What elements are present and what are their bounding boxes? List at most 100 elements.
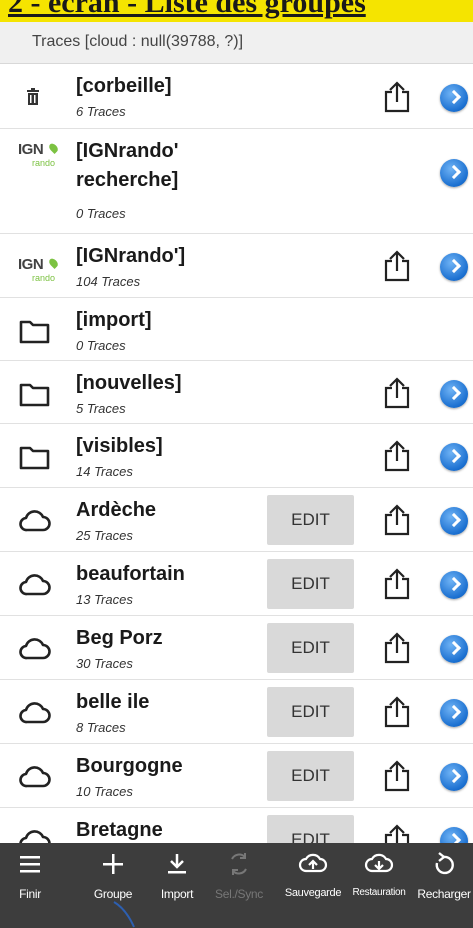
group-row[interactable]: belle ile 8 Traces EDIT [0,680,473,744]
group-name: [import] [76,309,152,331]
ign-logo: IGN rando [18,256,60,286]
restauration-button[interactable]: Restauration [348,843,410,928]
trace-count: 5 Traces [76,401,126,416]
share-icon[interactable] [382,249,412,283]
cloud-upload-icon [298,853,328,873]
group-name: Beg Porz [76,627,163,649]
trace-count: 8 Traces [76,720,126,735]
menu-icon [20,856,40,873]
cloud-download-icon [364,853,394,873]
group-row[interactable]: [corbeille] 6 Traces [0,64,473,129]
group-row[interactable]: Beg Porz 30 Traces EDIT [0,616,473,680]
group-row[interactable]: [visibles] 14 Traces [0,424,473,488]
share-icon[interactable] [382,80,412,114]
share-icon[interactable] [382,695,412,729]
group-row[interactable]: Bretagne EDIT [0,808,473,844]
share-icon[interactable] [382,823,412,844]
list-header: Traces [cloud : null(39788, ?)] [0,22,473,64]
bottom-toolbar: Finir Groupe Import Sel./Sync Sauvegarde… [0,843,473,928]
edit-button[interactable]: EDIT [267,751,354,801]
recharger-label: Recharger [417,887,471,901]
group-name: Bourgogne [76,755,183,777]
share-icon[interactable] [382,759,412,793]
cloud-icon [18,572,52,600]
trace-count: 25 Traces [76,528,133,543]
group-row[interactable]: beaufortain 13 Traces EDIT [0,552,473,616]
cloud-icon [18,828,52,844]
group-name: [IGNrando' recherche] [76,140,179,191]
folder-icon [18,318,52,346]
folder-icon [18,444,52,472]
group-row[interactable]: Bourgogne 10 Traces EDIT [0,744,473,808]
share-icon[interactable] [382,376,412,410]
restauration-label: Restauration [352,887,406,898]
folder-icon [18,381,52,409]
groupe-label: Groupe [93,887,133,901]
group-name: belle ile [76,691,150,713]
chevron-right-icon[interactable] [440,253,468,281]
chevron-right-icon[interactable] [440,571,468,599]
ign-pin-icon [47,256,60,270]
selsync-label: Sel./Sync [215,887,263,901]
group-name: Bretagne [76,819,163,841]
trace-count: 104 Traces [76,274,141,289]
sauvegarde-label: Sauvegarde [284,887,342,899]
ign-logo-sub: rando [32,158,56,168]
edit-button[interactable]: EDIT [267,495,354,545]
edit-button[interactable]: EDIT [267,559,354,609]
group-row[interactable]: IGN rando [IGNrando' recherche] 0 Traces [0,129,473,234]
edit-button[interactable]: EDIT [267,623,354,673]
group-name: beaufortain [76,563,185,585]
ign-logo-sub: rando [32,273,56,283]
group-row[interactable]: [nouvelles] 5 Traces [0,361,473,424]
group-name: Ardèche [76,499,157,521]
cloud-icon [18,636,52,664]
chevron-right-icon[interactable] [440,635,468,663]
group-name: [corbeille] [76,75,172,97]
group-row[interactable]: IGN rando [IGNrando'] 104 Traces [0,234,473,298]
chevron-right-icon[interactable] [440,763,468,791]
plus-icon [103,854,123,874]
sync-icon [231,853,247,875]
cloud-icon [18,700,52,728]
share-icon[interactable] [382,439,412,473]
cloud-icon [18,508,52,536]
annotation-stroke [113,901,135,928]
import-button[interactable]: Import [151,843,203,928]
share-icon[interactable] [382,567,412,601]
recharger-button[interactable]: Recharger [415,843,473,928]
reload-icon [435,852,454,875]
group-list[interactable]: [corbeille] 6 Traces IGN rando [IGNrando' re… [0,64,473,844]
import-label: Import [160,887,194,901]
edit-button[interactable]: EDIT [267,815,354,844]
chevron-right-icon[interactable] [440,507,468,535]
ign-logo: IGN rando [18,141,60,171]
chevron-right-icon[interactable] [440,380,468,408]
edit-button[interactable]: EDIT [267,687,354,737]
trace-count: 0 Traces [76,338,126,353]
finir-label: Finir [19,887,41,901]
top-banner: 2 - écran - Liste des groupes [0,0,473,22]
sauvegarde-button[interactable]: Sauvegarde [283,843,343,928]
trace-count: 30 Traces [76,656,133,671]
finir-button[interactable]: Finir [0,843,60,928]
group-name: [visibles] [76,435,163,457]
trace-count: 0 Traces [76,206,126,221]
chevron-right-icon[interactable] [440,443,468,471]
group-row[interactable]: [import] 0 Traces [0,298,473,361]
download-icon [168,854,186,874]
cloud-icon [18,764,52,792]
chevron-right-icon[interactable] [440,159,468,187]
chevron-right-icon[interactable] [440,827,468,844]
ign-logo-text: IGN [18,256,44,273]
banner-title: 2 - écran - Liste des groupes [8,0,366,19]
header-title: Traces [cloud : null(39788, ?)] [32,33,244,50]
share-icon[interactable] [382,631,412,665]
chevron-right-icon[interactable] [440,84,468,112]
selsync-button[interactable]: Sel./Sync [212,843,266,928]
share-icon[interactable] [382,503,412,537]
trace-count: 10 Traces [76,784,133,799]
chevron-right-icon[interactable] [440,699,468,727]
group-row[interactable]: Ardèche 25 Traces EDIT [0,488,473,552]
trace-count: 14 Traces [76,464,133,479]
